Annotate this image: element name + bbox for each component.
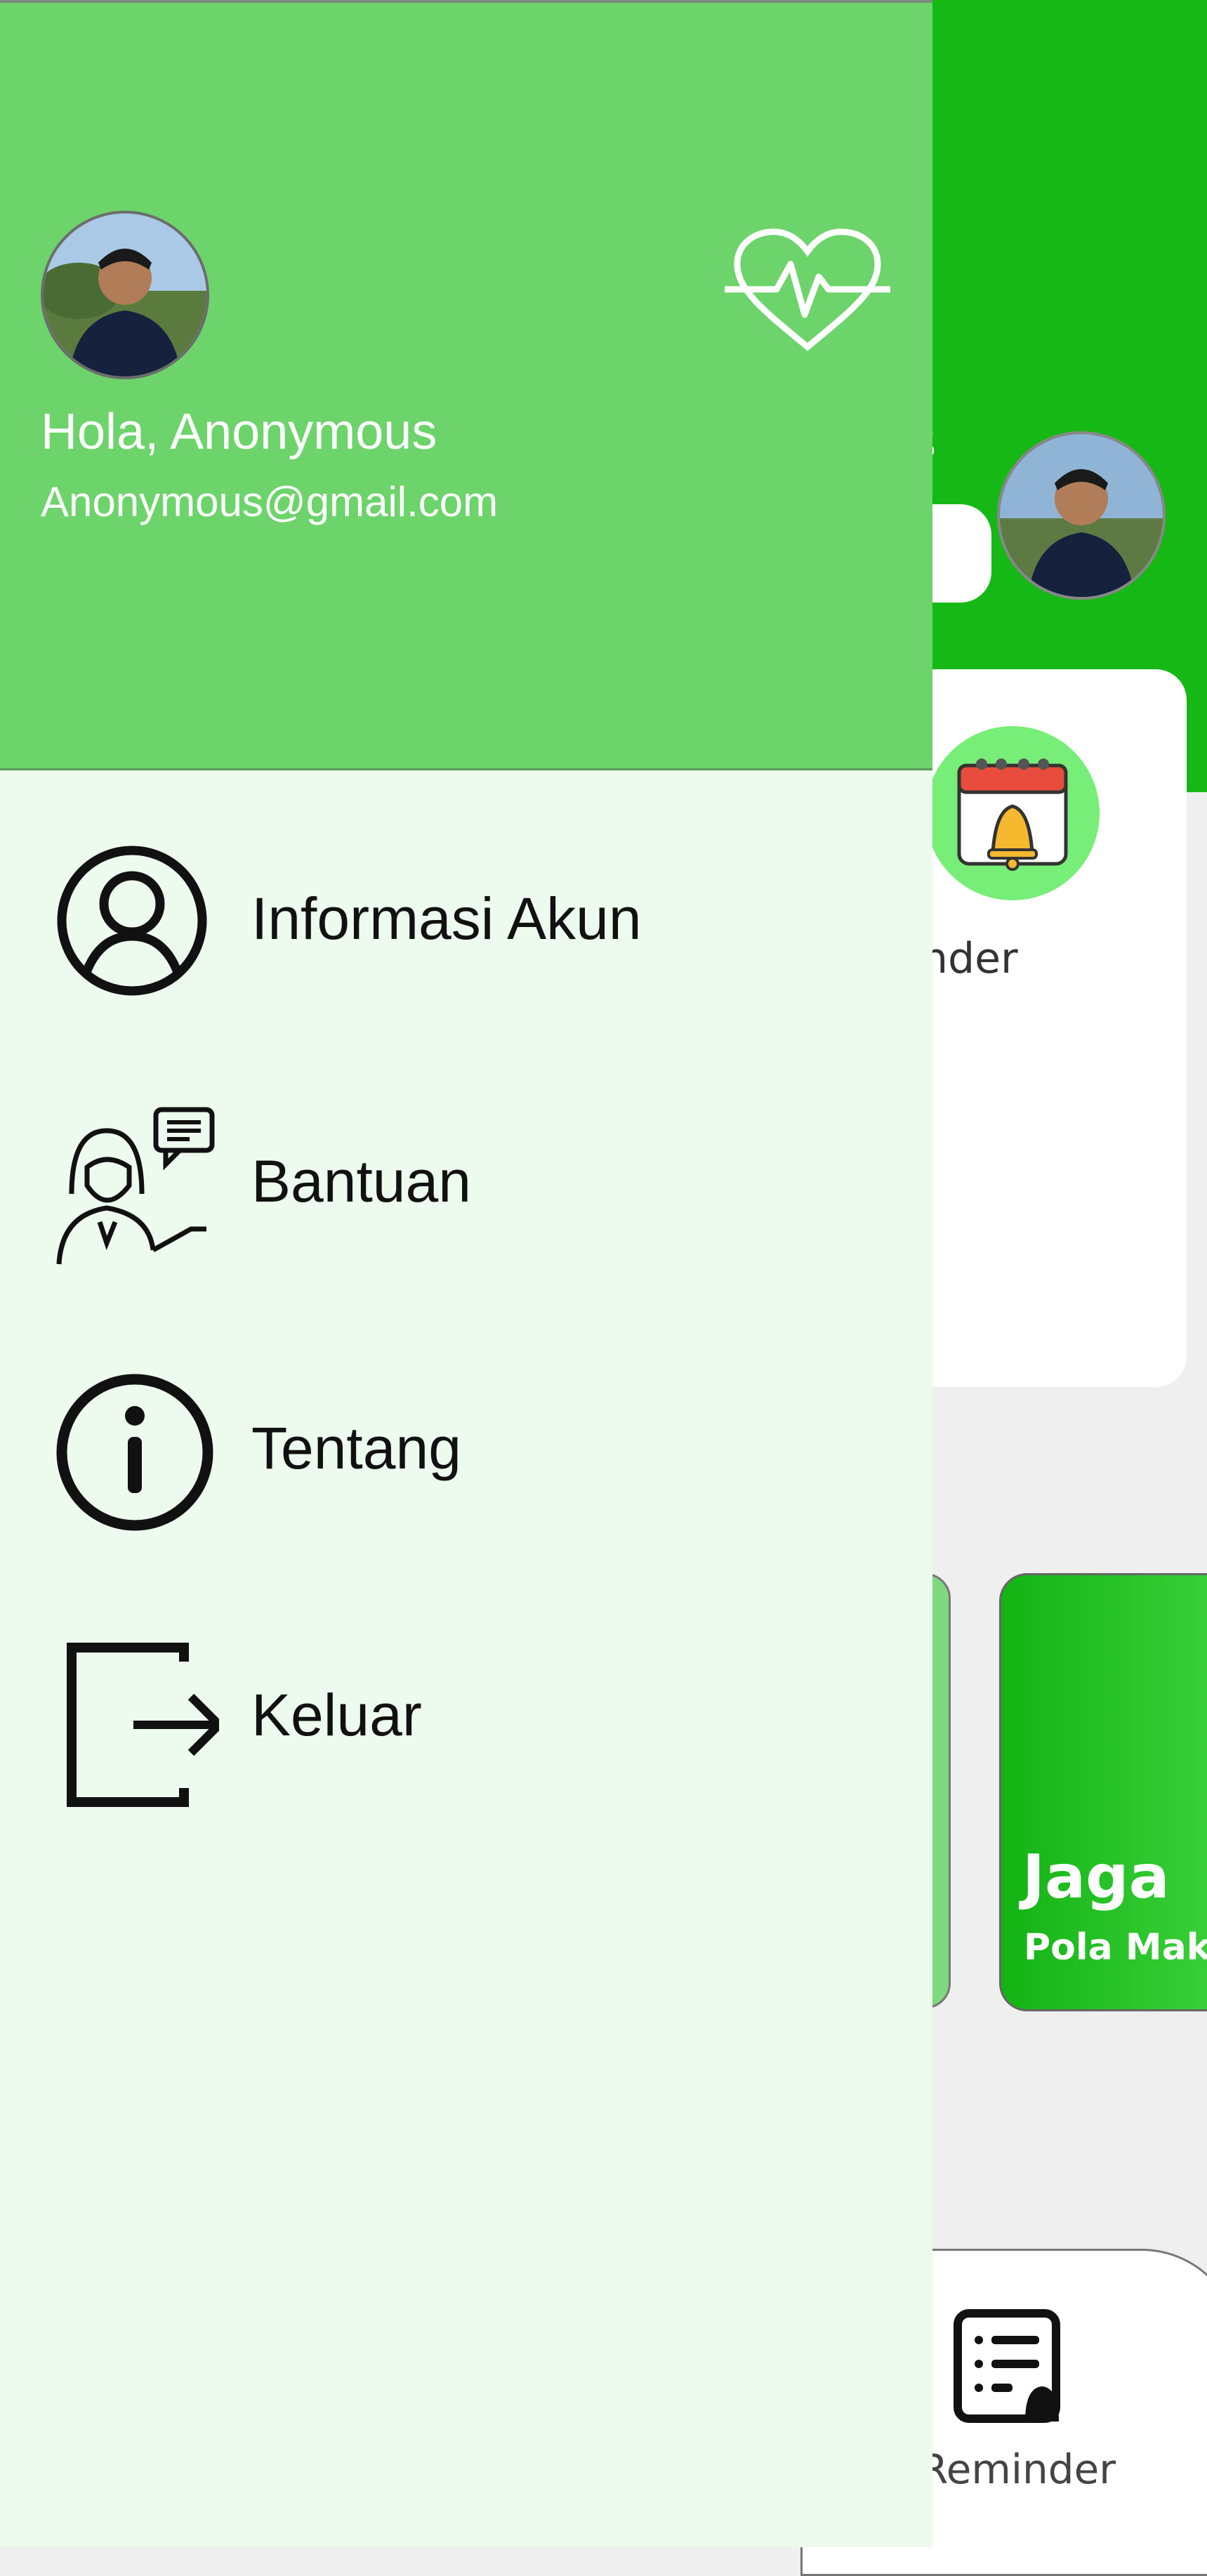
promo-subtitle: Pola Maka (1024, 1926, 1207, 1969)
navigation-drawer: Hola, Anonymous Anonymous@gmail.com Info… (0, 0, 932, 2547)
drawer-header: Hola, Anonymous Anonymous@gmail.com (0, 0, 932, 770)
avatar-photo-icon (1000, 434, 1163, 597)
reminder-list-icon[interactable] (948, 2304, 1074, 2430)
menu-label-account-info: Informasi Akun (251, 886, 642, 952)
user-circle-icon (57, 846, 207, 996)
heartbeat-icon (725, 228, 890, 351)
drawer-avatar[interactable] (41, 211, 209, 379)
menu-item-about[interactable]: Tentang (0, 1362, 932, 1545)
menu-label-about: Tentang (251, 1415, 461, 1481)
promo-title: Jaga (1022, 1842, 1170, 1912)
logout-icon (67, 1643, 219, 1807)
drawer-email: Anonymous@gmail.com (41, 478, 499, 525)
calendar-bell-icon (957, 758, 1068, 871)
avatar-photo-icon (44, 213, 206, 376)
menu-label-logout: Keluar (251, 1682, 422, 1748)
menu-item-logout[interactable]: Keluar (0, 1629, 932, 1812)
drawer-greeting: Hola, Anonymous (41, 404, 437, 460)
support-agent-icon (56, 1107, 215, 1265)
menu-label-help: Bantuan (251, 1148, 471, 1214)
reminder-feature-button[interactable] (925, 726, 1100, 900)
menu-item-account-info[interactable]: Informasi Akun (0, 829, 932, 1011)
nav-reminder-label[interactable]: Reminder (920, 2445, 1116, 2493)
app-avatar[interactable] (997, 431, 1166, 600)
promo-card[interactable]: Jaga Pola Maka (999, 1573, 1207, 2011)
menu-item-help[interactable]: Bantuan (0, 1096, 932, 1278)
info-icon (56, 1374, 213, 1531)
